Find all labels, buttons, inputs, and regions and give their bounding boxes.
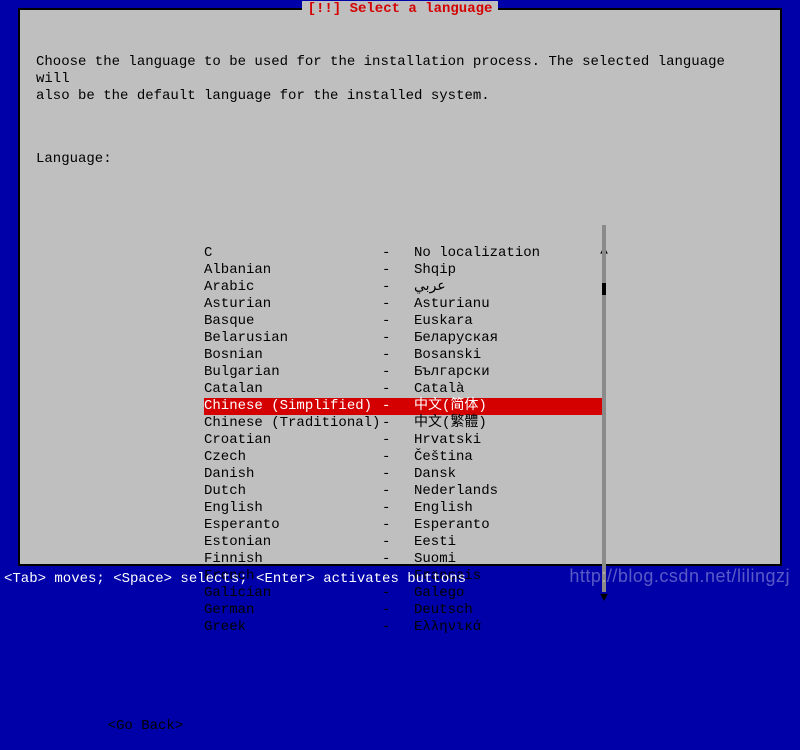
language-english: Croatian	[204, 432, 382, 449]
language-item[interactable]: Bosnian- Bosanski	[204, 347, 604, 364]
scrollbar[interactable]: ▲ ▼	[600, 213, 608, 604]
language-item[interactable]: Dutch- Nederlands	[204, 483, 604, 500]
language-item[interactable]: Greek- Ελληνικά	[204, 619, 604, 636]
separator: -	[382, 602, 414, 619]
dialog-title: [!!] Select a language	[302, 1, 499, 17]
language-english: English	[204, 500, 382, 517]
separator: -	[382, 364, 414, 381]
language-english: Danish	[204, 466, 382, 483]
language-native: Bosanski	[414, 347, 566, 364]
language-english: Galician	[204, 585, 382, 602]
separator: -	[382, 585, 414, 602]
separator: -	[382, 500, 414, 517]
language-english: Basque	[204, 313, 382, 330]
separator: -	[382, 449, 414, 466]
language-english: Bulgarian	[204, 364, 382, 381]
language-item[interactable]: Danish- Dansk	[204, 466, 604, 483]
separator: -	[382, 313, 414, 330]
language-native: Nederlands	[414, 483, 566, 500]
dialog-title-bar: [!!] Select a language	[20, 1, 780, 17]
language-english: Catalan	[204, 381, 382, 398]
language-english: Albanian	[204, 262, 382, 279]
separator: -	[382, 619, 414, 636]
language-item[interactable]: Catalan- Català	[204, 381, 604, 398]
language-item[interactable]: Chinese (Simplified)- 中文(简体)	[204, 398, 604, 415]
language-native: 中文(简体)	[414, 398, 566, 415]
language-native: عربي	[414, 279, 566, 296]
language-native: Suomi	[414, 551, 566, 568]
language-native: Čeština	[414, 449, 566, 466]
separator: -	[382, 398, 414, 415]
language-item[interactable]: Croatian- Hrvatski	[204, 432, 604, 449]
language-english: Dutch	[204, 483, 382, 500]
language-item[interactable]: Basque- Euskara	[204, 313, 604, 330]
language-english: Estonian	[204, 534, 382, 551]
separator: -	[382, 296, 414, 313]
scroll-track[interactable]	[602, 225, 606, 592]
language-label: Language:	[36, 151, 764, 167]
separator: -	[382, 279, 414, 296]
language-native: Galego	[414, 585, 566, 602]
language-native: Deutsch	[414, 602, 566, 619]
language-item[interactable]: Chinese (Traditional)- 中文(繁體)	[204, 415, 604, 432]
watermark: http://blog.csdn.net/lilingzj	[569, 566, 790, 587]
language-english: Belarusian	[204, 330, 382, 347]
language-english: Chinese (Traditional)	[204, 415, 382, 432]
language-english: Czech	[204, 449, 382, 466]
language-native: Ελληνικά	[414, 619, 566, 636]
scroll-thumb[interactable]	[602, 283, 606, 295]
language-native: No localization	[414, 245, 566, 262]
language-native: Български	[414, 364, 566, 381]
language-item[interactable]: Czech- Čeština	[204, 449, 604, 466]
dialog-instructions: Choose the language to be used for the i…	[36, 54, 764, 105]
language-item[interactable]: Belarusian- Беларуская	[204, 330, 604, 347]
language-native: Shqip	[414, 262, 566, 279]
language-native: Eesti	[414, 534, 566, 551]
language-native: Asturianu	[414, 296, 566, 313]
separator: -	[382, 415, 414, 432]
scroll-down-icon[interactable]: ▼	[600, 592, 608, 604]
language-native: 中文(繁體)	[414, 415, 566, 432]
language-item[interactable]: Asturian- Asturianu	[204, 296, 604, 313]
language-item[interactable]: C- No localization	[204, 245, 604, 262]
separator: -	[382, 262, 414, 279]
separator: -	[382, 483, 414, 500]
language-item[interactable]: German- Deutsch	[204, 602, 604, 619]
separator: -	[382, 330, 414, 347]
language-dialog: [!!] Select a language Choose the langua…	[18, 8, 782, 566]
language-native: Беларуская	[414, 330, 566, 347]
language-item[interactable]: Finnish- Suomi	[204, 551, 604, 568]
language-native: Dansk	[414, 466, 566, 483]
separator: -	[382, 381, 414, 398]
language-native: Euskara	[414, 313, 566, 330]
language-item[interactable]: English- English	[204, 500, 604, 517]
separator: -	[382, 517, 414, 534]
language-native: Hrvatski	[414, 432, 566, 449]
language-english: Greek	[204, 619, 382, 636]
language-english: Arabic	[204, 279, 382, 296]
language-english: Asturian	[204, 296, 382, 313]
language-item[interactable]: Albanian- Shqip	[204, 262, 604, 279]
language-english: Bosnian	[204, 347, 382, 364]
language-english: Esperanto	[204, 517, 382, 534]
separator: -	[382, 347, 414, 364]
language-item[interactable]: Estonian- Eesti	[204, 534, 604, 551]
language-item[interactable]: Arabic- عربي	[204, 279, 604, 296]
language-english: Finnish	[204, 551, 382, 568]
language-item[interactable]: Esperanto- Esperanto	[204, 517, 604, 534]
separator: -	[382, 432, 414, 449]
language-english: German	[204, 602, 382, 619]
separator: -	[382, 466, 414, 483]
separator: -	[382, 534, 414, 551]
language-native: Esperanto	[414, 517, 566, 534]
language-item[interactable]: Galician- Galego	[204, 585, 604, 602]
separator: -	[382, 245, 414, 262]
language-item[interactable]: Bulgarian- Български	[204, 364, 604, 381]
separator: -	[382, 551, 414, 568]
go-back-button[interactable]: <Go Back>	[108, 718, 184, 734]
language-native: English	[414, 500, 566, 517]
language-english: Chinese (Simplified)	[204, 398, 382, 415]
language-native: Català	[414, 381, 566, 398]
language-english: C	[204, 245, 382, 262]
